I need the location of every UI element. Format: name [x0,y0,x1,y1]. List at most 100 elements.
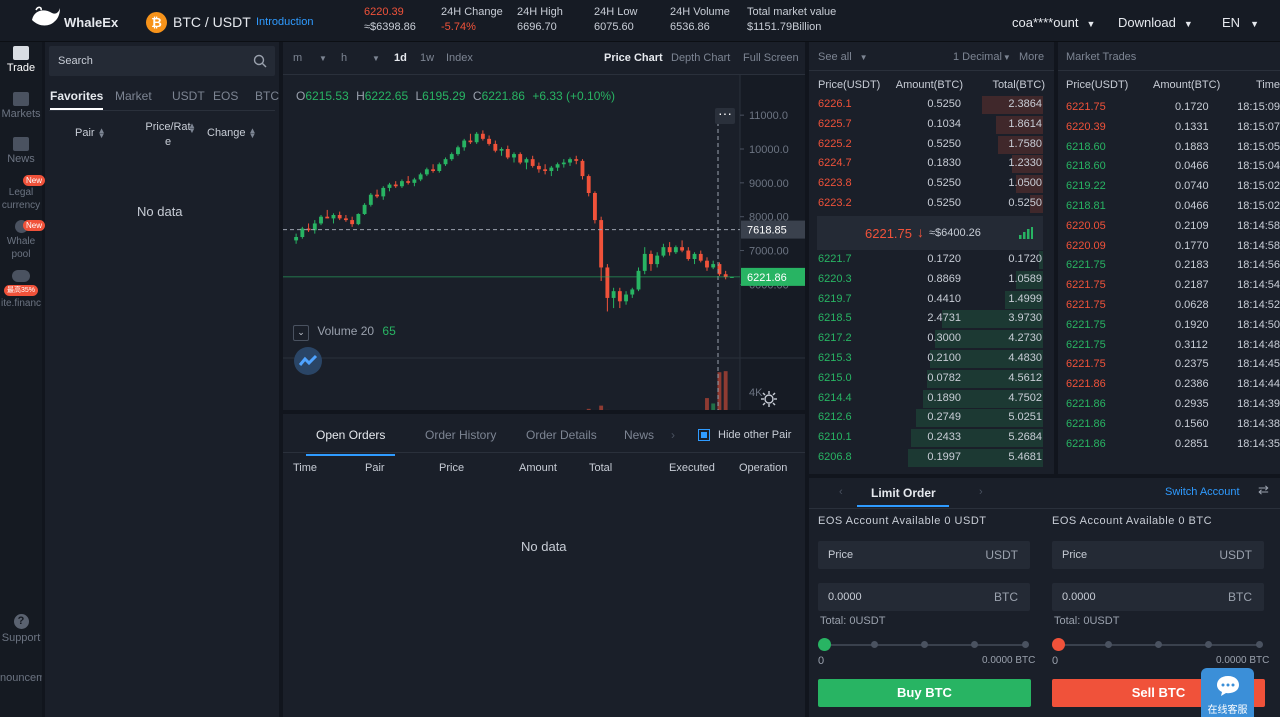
buy-slider[interactable] [818,638,1032,652]
interval-minute[interactable]: m [293,52,302,64]
buy-button[interactable]: Buy BTC [818,679,1031,707]
bid-row[interactable]: 6214.4 0.1890 4.7502 [809,389,1054,409]
sell-price-field[interactable]: Price USDT [1052,541,1264,569]
interval-week[interactable]: 1w [420,52,434,64]
hide-other-checkbox[interactable] [698,429,710,441]
volume-bar [705,398,709,410]
stat-label: 24H High [517,6,563,18]
ask-row[interactable]: 6224.7 0.1830 1.2330 [809,154,1054,174]
brand-name[interactable]: WhaleEx [64,15,118,30]
chart-settings-icon[interactable] [761,391,777,407]
crosshair-price-label: 7618.85 [747,225,787,237]
more-options-icon[interactable]: ··· [715,106,735,124]
col-price: Price(USDT) [818,79,881,91]
buy-amount-field[interactable]: 0.0000 BTC [818,583,1030,611]
sidebar-item-news[interactable]: News [0,137,42,171]
interval-day[interactable]: 1d [394,52,407,64]
tab-eos[interactable]: EOS [213,89,238,103]
ask-row[interactable]: 6225.2 0.5250 1.7580 [809,135,1054,155]
order-book-column-headers: Price(USDT) Amount(BTC) Total(BTC) [809,79,1054,95]
ask-row[interactable]: 6223.8 0.5250 1.0500 [809,174,1054,194]
sort-icon[interactable]: ▲ ▼ [188,122,196,135]
candle-body [561,162,566,165]
tab-price-chart[interactable]: Price Chart [604,52,663,64]
tab-btc[interactable]: BTC [255,89,279,103]
candle-body [536,165,541,170]
row-total: 5.2684 [1008,431,1042,444]
search-box[interactable]: Search [49,46,275,76]
col-time: Time [1255,79,1280,91]
account-menu[interactable]: coa****ount ▼ [1012,15,1095,30]
switch-account-link[interactable]: Switch Account [1165,486,1240,498]
asks-list: 6226.1 0.5250 2.3864 6225.7 0.1034 1.8614 6225… [809,95,1054,215]
candle-body [449,154,454,160]
bid-row[interactable]: 6206.8 0.1997 5.4681 [809,448,1054,468]
bid-row[interactable]: 6210.1 0.2433 5.2684 [809,428,1054,448]
sidebar-item-trade[interactable]: Trade [0,46,42,82]
see-all-dropdown[interactable]: See all ▼ [818,51,868,63]
tab-depth-chart[interactable]: Depth Chart [671,52,730,64]
chevron-right-icon[interactable]: › [671,428,675,442]
full-screen-button[interactable]: Full Screen [743,52,799,64]
pair-column-header[interactable]: Pair ▲ ▼ [75,127,105,140]
whale-logo-icon[interactable] [30,4,62,30]
slider-handle[interactable] [818,638,831,651]
bid-row[interactable]: 6220.3 0.8869 1.0589 [809,270,1054,290]
pair-title[interactable]: BTC / USDT [173,14,251,30]
chevron-right-icon[interactable]: › [979,486,983,498]
price-axis[interactable] [740,75,805,410]
change-column-header[interactable]: Change ▲ ▼ [207,127,256,140]
tab-favorites[interactable]: Favorites [50,89,104,110]
sidebar-item-finance[interactable]: 最高35% ite.financ [0,270,42,310]
sell-amount-field[interactable]: 0.0000 BTC [1052,583,1264,611]
bid-row[interactable]: 6212.6 0.2749 5.0251 [809,408,1054,428]
hide-other-label[interactable]: Hide other Pair [718,429,791,441]
decimal-dropdown[interactable]: 1 Decimal▼ [953,51,1011,63]
more-button[interactable]: More [1019,51,1044,63]
collapse-icon[interactable]: ⌄ [293,325,309,341]
online-support-widget[interactable]: 在线客服 [1201,668,1254,717]
sell-slider[interactable] [1052,638,1266,652]
price-chart[interactable]: 11000.010000.09000.008000.007000.006000.… [283,75,805,410]
bid-row[interactable]: 6221.7 0.1720 0.1720 [809,250,1054,270]
trade-amount: 0.1770 [1175,239,1209,252]
sidebar-item-legal-currency[interactable]: Legal currency [0,186,42,214]
interval-hour[interactable]: h [341,52,347,64]
chevron-down-icon[interactable]: ▼ [319,54,327,63]
sidebar-item-announcement[interactable]: nounceme [0,672,42,688]
tab-market[interactable]: Market [115,89,152,103]
buy-price-field[interactable]: Price USDT [818,541,1030,569]
search-input[interactable]: Search [58,55,93,67]
chevron-left-icon[interactable]: ‹ [839,486,843,498]
download-menu[interactable]: Download ▼ [1118,15,1193,30]
bid-row[interactable]: 6217.2 0.3000 4.2730 [809,329,1054,349]
ask-row[interactable]: 6226.1 0.5250 2.3864 [809,95,1054,115]
sidebar-item-markets[interactable]: Markets [0,92,42,126]
bid-row[interactable]: 6218.5 2.4731 3.9730 [809,309,1054,329]
ask-row[interactable]: 6223.2 0.5250 0.5250 [809,194,1054,214]
row-price: 6217.2 [818,332,852,345]
slider-handle[interactable] [1052,638,1065,651]
search-icon[interactable] [253,54,267,68]
tab-usdt[interactable]: USDT [172,89,205,103]
bid-row[interactable]: 6215.3 0.2100 4.4830 [809,349,1054,369]
tab-news[interactable]: News [624,428,654,442]
slider-tick [921,641,928,648]
row-total: 1.7580 [1008,137,1042,150]
candle-body [431,169,436,171]
sidebar-item-support[interactable]: ? Support [0,614,42,650]
introduction-link[interactable]: Introduction [256,16,313,28]
bid-row[interactable]: 6215.0 0.0782 4.5612 [809,369,1054,389]
trade-price: 6220.39 [1066,120,1106,133]
tab-order-details[interactable]: Order Details [526,428,597,442]
index-button[interactable]: Index [446,52,473,64]
tradingview-logo-icon[interactable] [294,347,322,375]
ask-row[interactable]: 6225.7 0.1034 1.8614 [809,115,1054,135]
language-menu[interactable]: EN ▼ [1222,15,1259,30]
tab-order-history[interactable]: Order History [425,428,496,442]
row-price: 6210.1 [818,431,852,444]
chevron-down-icon[interactable]: ▼ [372,54,380,63]
swap-icon[interactable]: ⇄ [1258,482,1269,498]
bid-row[interactable]: 6219.7 0.4410 1.4999 [809,290,1054,310]
market-tabs-divider [49,110,275,111]
